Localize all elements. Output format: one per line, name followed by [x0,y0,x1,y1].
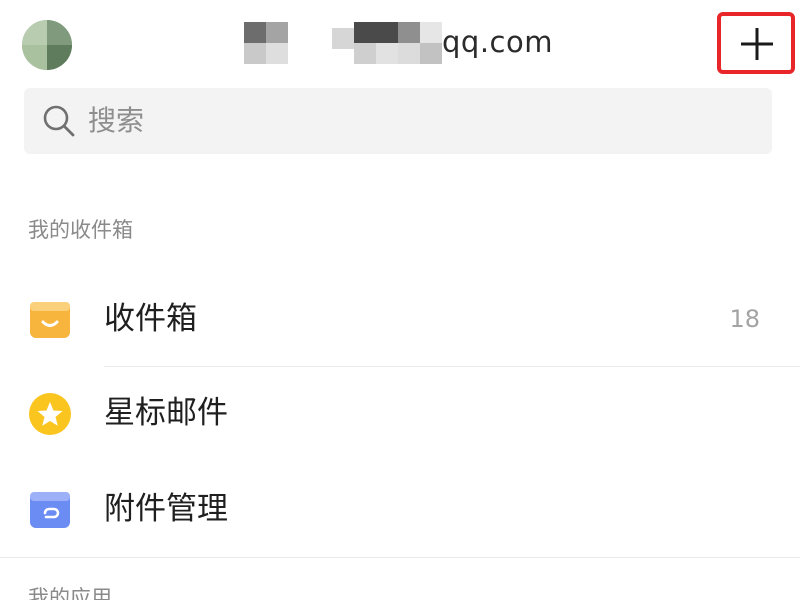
unread-count: 18 [729,305,760,333]
folder-label: 附件管理 [104,491,228,527]
folder-item-inbox[interactable]: 收件箱 18 [0,274,800,366]
avatar[interactable] [22,20,72,70]
folder-label: 收件箱 [104,301,197,337]
account-address[interactable]: qq.com [244,20,564,66]
search-placeholder: 搜索 [88,104,145,137]
star-icon [29,393,71,435]
folder-item-starred[interactable]: 星标邮件 [0,368,800,460]
search-icon [43,105,75,137]
section-header-my-inbox: 我的收件箱 [28,218,133,242]
mail-folder-screen: qq.com 搜索 我的收件箱 收件箱 18 星标邮件 附件管理 我的应用 [0,0,800,600]
inbox-icon [30,302,70,338]
plus-icon [741,28,773,60]
attachment-icon [30,492,70,528]
redacted-account-name [244,20,444,66]
search-input[interactable]: 搜索 [24,88,772,154]
section-divider [0,557,800,558]
folder-item-attachments[interactable]: 附件管理 [0,464,800,556]
header: qq.com [0,0,800,86]
add-button[interactable] [717,12,795,74]
divider [104,366,800,367]
section-header-my-apps: 我的应用 [28,586,112,600]
folder-label: 星标邮件 [104,395,228,431]
account-domain: qq.com [442,25,553,59]
